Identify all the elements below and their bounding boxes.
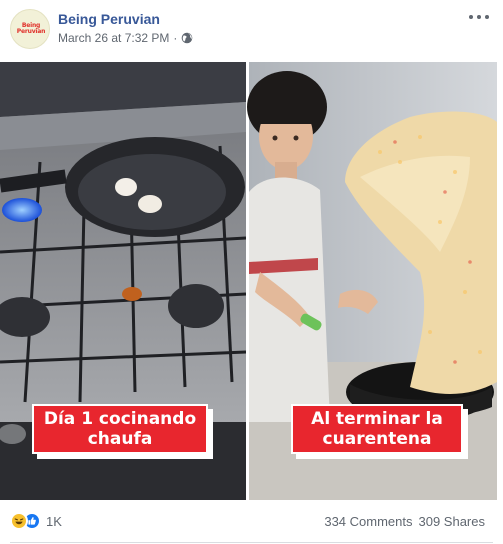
left-caption: Día 1 cocinando chaufa	[32, 404, 208, 454]
more-dot	[485, 15, 489, 19]
more-dot	[469, 15, 473, 19]
page-name-link[interactable]: Being Peruvian	[58, 11, 160, 27]
page-avatar[interactable]: Being Peruvian	[10, 9, 50, 49]
post-card: Being Peruvian Being Peruvian March 26 at…	[0, 0, 503, 544]
reaction-count: 1K	[46, 513, 62, 529]
reactions-summary[interactable]: 1K	[10, 512, 62, 530]
engagement-stats: 334 Comments 309 Shares	[324, 514, 485, 529]
shares-count-link[interactable]: 309 Shares	[419, 514, 486, 529]
more-dot	[477, 15, 481, 19]
post-footer: 1K 334 Comments 309 Shares	[0, 500, 503, 544]
footer-divider	[10, 542, 493, 543]
right-caption: Al terminar la cuarentena	[291, 404, 463, 454]
post-photo[interactable]: Día 1 cocinando chaufa Al terminar la cu…	[0, 62, 497, 500]
post-meta: March 26 at 7:32 PM ·	[58, 31, 193, 45]
avatar-logo-text: Being Peruvian	[16, 22, 46, 35]
comments-count-link[interactable]: 334 Comments	[324, 514, 412, 529]
meta-separator: ·	[173, 31, 178, 45]
globe-icon[interactable]	[181, 32, 193, 44]
haha-icon	[10, 512, 28, 530]
more-options-button[interactable]	[469, 9, 489, 25]
post-header: Being Peruvian Being Peruvian March 26 at…	[0, 0, 503, 62]
post-timestamp[interactable]: March 26 at 7:32 PM	[58, 31, 169, 45]
